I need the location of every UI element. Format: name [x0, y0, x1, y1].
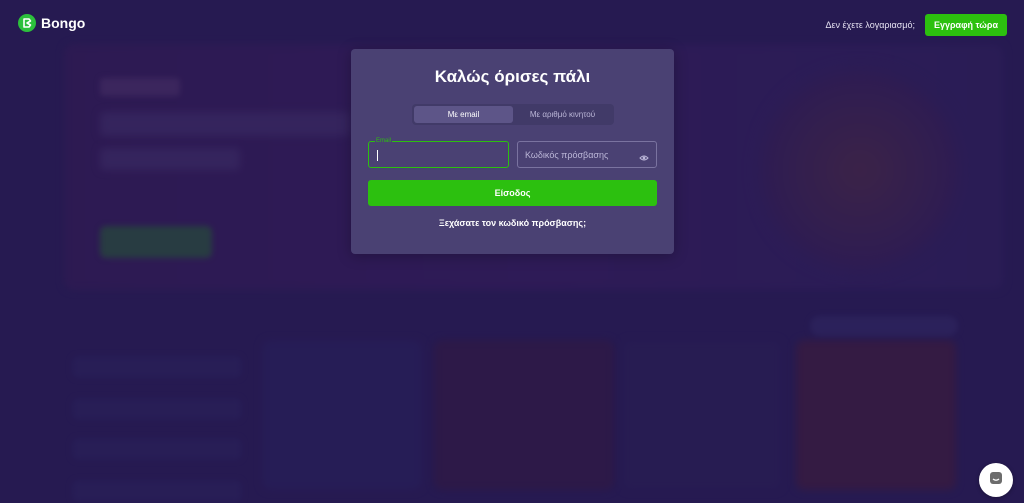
header-actions: Δεν έχετε λογαριασμό; Εγγραφή τώρα [825, 14, 1007, 36]
signup-button[interactable]: Εγγραφή τώρα [924, 14, 1007, 36]
login-modal: Καλώς όρισες πάλι Με email Με αριθμό κιν… [351, 49, 674, 254]
login-method-tabs: Με email Με αριθμό κινητού [412, 104, 614, 125]
forgot-password-link[interactable]: Ξεχάσατε τον κωδικό πρόσβασης; [351, 218, 674, 228]
bongo-logo-icon [18, 14, 36, 32]
brand-name: Bongo [41, 15, 86, 31]
password-field[interactable]: Κωδικός πρόσβασης [517, 141, 657, 168]
login-submit-button[interactable]: Είσοδος [368, 180, 657, 206]
email-label: Email [375, 137, 393, 145]
login-title: Καλώς όρισες πάλι [434, 67, 591, 86]
password-placeholder: Κωδικός πρόσβασης [525, 150, 609, 160]
eye-icon[interactable] [639, 150, 649, 168]
text-cursor [377, 150, 378, 161]
chat-icon [988, 470, 1004, 491]
tab-phone[interactable]: Με αριθμό κινητού [513, 106, 612, 123]
chat-button[interactable] [979, 463, 1013, 497]
no-account-text: Δεν έχετε λογαριασμό; [825, 20, 915, 30]
email-field[interactable]: Email [368, 137, 509, 168]
brand-logo[interactable]: Bongo [18, 14, 85, 32]
tab-email[interactable]: Με email [414, 106, 513, 123]
